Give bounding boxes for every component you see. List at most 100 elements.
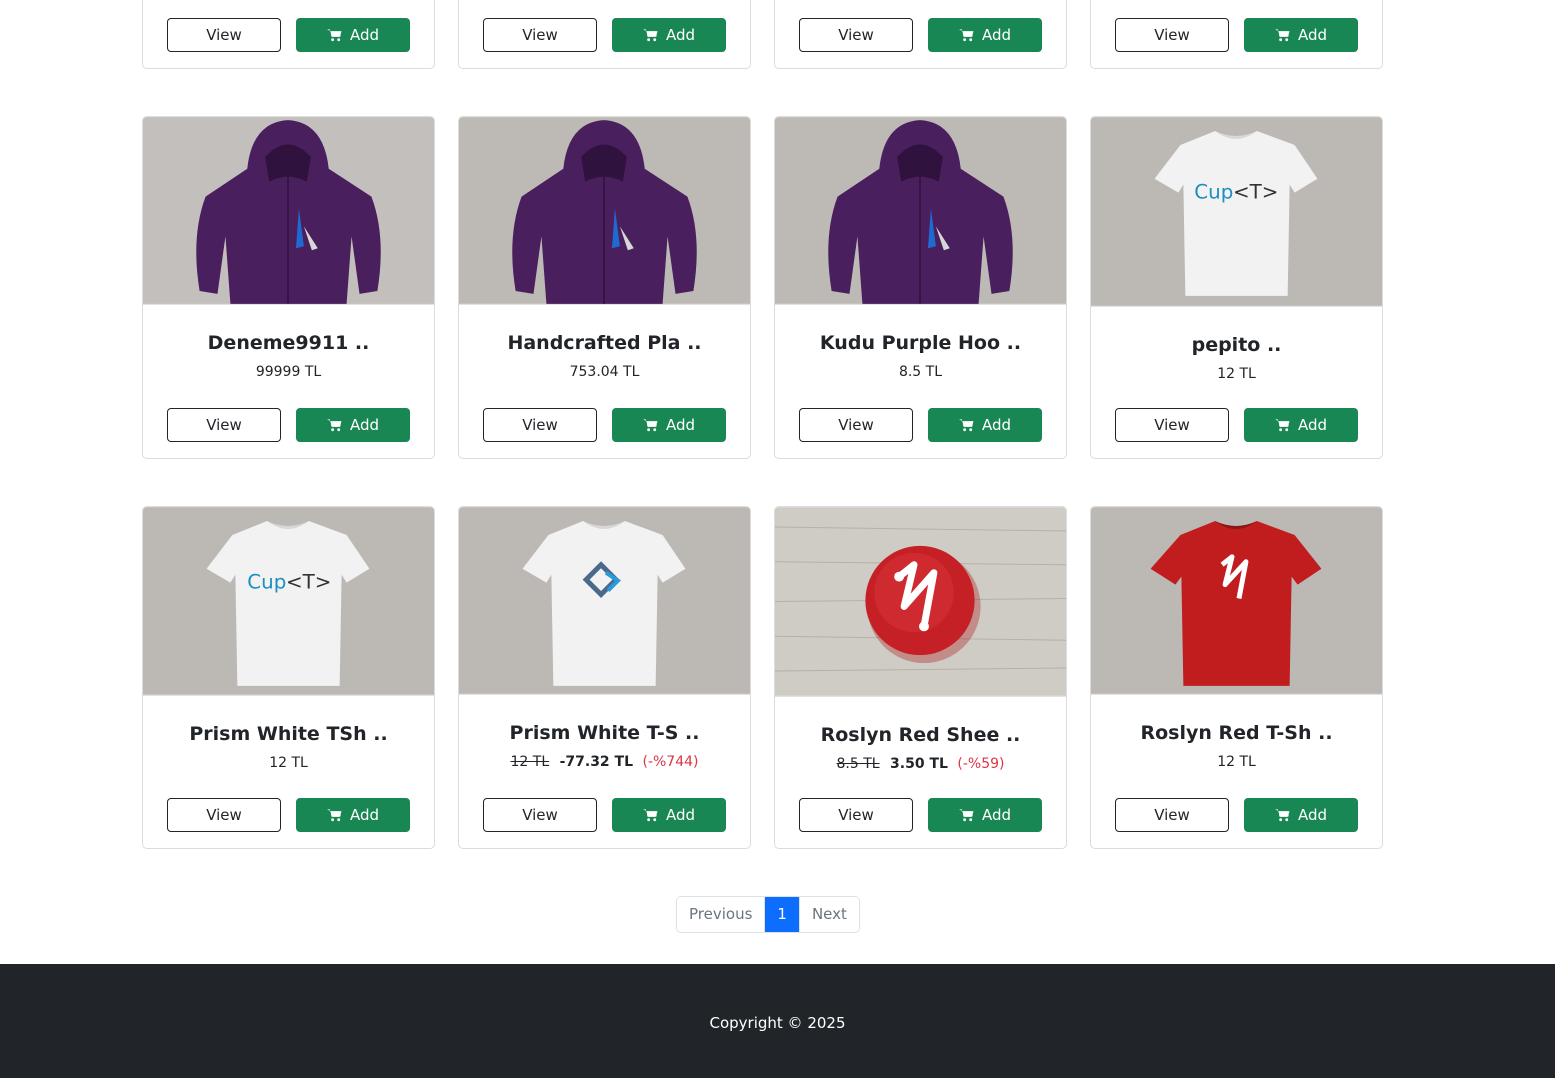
add-to-cart-button[interactable]: Add — [928, 798, 1042, 832]
cart-icon — [326, 29, 342, 42]
add-label: Add — [1297, 416, 1328, 434]
cart-icon — [1274, 29, 1290, 42]
product-price: 12 TL -77.32 TL (-%744) — [459, 753, 750, 771]
add-to-cart-button[interactable]: Add — [928, 408, 1042, 442]
product-image[interactable] — [775, 117, 1066, 305]
cart-icon — [326, 809, 342, 822]
product-price: 12 TL — [1217, 754, 1256, 770]
cart-icon — [1274, 809, 1290, 822]
add-label: Add — [1297, 806, 1328, 824]
add-label: Add — [665, 416, 696, 434]
discount-percent: (-%59) — [957, 756, 1005, 772]
prism-white-tshirt-image — [459, 507, 750, 694]
add-label: Add — [981, 416, 1012, 434]
add-to-cart-button[interactable]: Add — [296, 18, 410, 52]
cart-icon — [642, 29, 658, 42]
product-card: View Add — [458, 0, 751, 69]
product-title[interactable]: Prism White T-S .. — [459, 721, 750, 745]
product-title[interactable]: Prism White TSh .. — [143, 722, 434, 746]
cart-icon — [642, 419, 658, 432]
view-button[interactable]: View — [483, 18, 597, 52]
add-to-cart-button[interactable]: Add — [296, 798, 410, 832]
old-price: 8.5 TL — [836, 756, 880, 772]
purple-hoodie-image — [459, 117, 750, 304]
purple-hoodie-image — [143, 117, 434, 304]
view-button[interactable]: View — [799, 408, 913, 442]
product-card: Deneme9911 .. 99999 TL View Add — [142, 116, 435, 459]
view-button[interactable]: View — [1115, 408, 1229, 442]
cart-icon — [958, 29, 974, 42]
pagination-next[interactable]: Next — [798, 897, 859, 932]
roslyn-red-button-image — [775, 507, 1066, 696]
product-price: 8.5 TL 3.50 TL (-%59) — [775, 755, 1066, 773]
product-card: View Add — [1090, 0, 1383, 69]
add-label: Add — [981, 806, 1012, 824]
product-title[interactable]: Roslyn Red T-Sh .. — [1091, 721, 1382, 745]
product-card: Kudu Purple Hoo .. 8.5 TL View Add — [774, 116, 1067, 459]
view-button[interactable]: View — [167, 18, 281, 52]
cart-icon — [958, 809, 974, 822]
view-button[interactable]: View — [1115, 798, 1229, 832]
product-title[interactable]: Roslyn Red Shee .. — [775, 723, 1066, 747]
product-price: 8.5 TL — [898, 364, 943, 380]
roslyn-red-tshirt-image — [1091, 507, 1382, 694]
product-image[interactable] — [143, 117, 434, 305]
view-button[interactable]: View — [483, 408, 597, 442]
copyright-text: Copyright © 2025 — [709, 1014, 846, 1032]
add-label: Add — [1297, 26, 1328, 44]
add-label: Add — [981, 26, 1012, 44]
view-button[interactable]: View — [483, 798, 597, 832]
view-button[interactable]: View — [1115, 18, 1229, 52]
product-title[interactable]: Kudu Purple Hoo .. — [775, 331, 1066, 355]
product-image[interactable] — [1091, 507, 1382, 695]
view-button[interactable]: View — [799, 18, 913, 52]
discount-percent: (-%744) — [642, 754, 699, 770]
old-price: 12 TL — [510, 754, 550, 770]
product-title[interactable]: Handcrafted Pla .. — [459, 331, 750, 355]
product-card: Cup <T> Prism White TSh .. 12 TL View Ad… — [142, 506, 435, 849]
add-label: Add — [665, 806, 696, 824]
add-to-cart-button[interactable]: Add — [612, 408, 726, 442]
product-card: View Add — [774, 0, 1067, 69]
product-card: Prism White T-S .. 12 TL -77.32 TL (-%74… — [458, 506, 751, 849]
view-button[interactable]: View — [799, 798, 913, 832]
product-image[interactable] — [459, 117, 750, 305]
footer: Copyright © 2025 — [0, 964, 1555, 1078]
product-price: 12 TL — [269, 755, 308, 771]
product-card: View Add — [142, 0, 435, 69]
add-to-cart-button[interactable]: Add — [612, 798, 726, 832]
product-image[interactable]: Cup <T> — [1091, 117, 1382, 307]
sale-price: -77.32 TL — [559, 754, 634, 770]
product-image[interactable]: Cup <T> — [143, 507, 434, 696]
add-to-cart-button[interactable]: Add — [1244, 408, 1358, 442]
pagination-page-current[interactable]: 1 — [765, 897, 799, 932]
product-image[interactable] — [459, 507, 750, 695]
pagination-previous[interactable]: Previous — [677, 897, 766, 932]
view-button[interactable]: View — [167, 408, 281, 442]
svg-text:Cup: Cup — [1194, 181, 1233, 204]
cart-icon — [958, 419, 974, 432]
product-price: 753.04 TL — [569, 364, 640, 380]
product-title[interactable]: pepito .. — [1091, 333, 1382, 357]
product-card: Handcrafted Pla .. 753.04 TL View Add — [458, 116, 751, 459]
add-label: Add — [665, 26, 696, 44]
product-price: 99999 TL — [255, 364, 322, 380]
cup-t-white-tshirt-image: Cup <T> — [143, 507, 434, 695]
purple-hoodie-image — [775, 117, 1066, 304]
add-to-cart-button[interactable]: Add — [1244, 18, 1358, 52]
product-card: Roslyn Red T-Sh .. 12 TL View Add — [1090, 506, 1383, 849]
svg-text:<T>: <T> — [286, 571, 331, 594]
product-card: Roslyn Red Shee .. 8.5 TL 3.50 TL (-%59)… — [774, 506, 1067, 849]
add-to-cart-button[interactable]: Add — [928, 18, 1042, 52]
cart-icon — [326, 419, 342, 432]
view-button[interactable]: View — [167, 798, 281, 832]
cup-t-white-tshirt-image: Cup <T> — [1091, 117, 1382, 306]
add-to-cart-button[interactable]: Add — [296, 408, 410, 442]
product-image[interactable] — [775, 507, 1066, 697]
product-title[interactable]: Deneme9911 .. — [143, 331, 434, 355]
product-card: Cup <T> pepito .. 12 TL View Add — [1090, 116, 1383, 459]
svg-text:<T>: <T> — [1233, 181, 1278, 204]
add-to-cart-button[interactable]: Add — [1244, 798, 1358, 832]
product-listing-page: View Add View Add View Add View Add Dene… — [0, 0, 1555, 1078]
add-to-cart-button[interactable]: Add — [612, 18, 726, 52]
